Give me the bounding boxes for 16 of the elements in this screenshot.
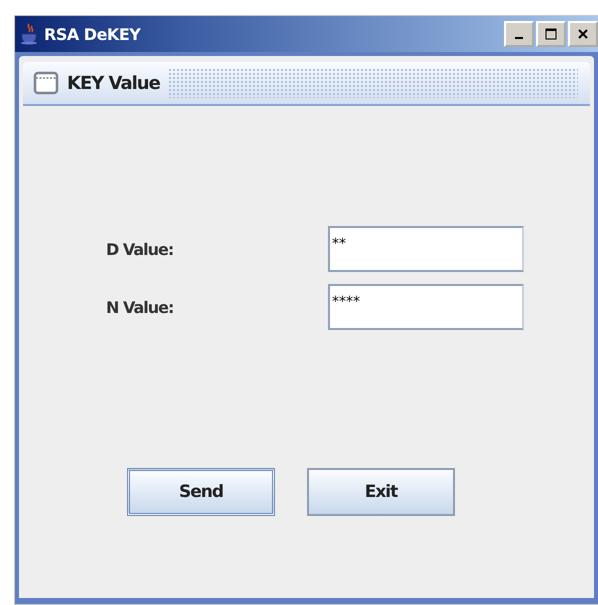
input-field[interactable]: ** xyxy=(328,226,524,272)
close-icon xyxy=(577,28,589,40)
window-title: RSA DeKEY xyxy=(44,24,142,44)
cup-icon xyxy=(20,23,40,45)
maximize-icon xyxy=(545,28,557,40)
close-button[interactable] xyxy=(568,21,598,47)
window-icon xyxy=(33,71,59,95)
input-field[interactable]: **** xyxy=(328,284,524,330)
minimize-button[interactable] xyxy=(504,21,534,47)
action-button[interactable]: Send xyxy=(127,468,275,516)
action-button[interactable]: Exit xyxy=(307,468,455,516)
field-label: D Value: xyxy=(106,240,174,258)
field-label: N Value: xyxy=(106,298,174,316)
frame-title: KEY Value xyxy=(67,72,160,94)
maximize-button[interactable] xyxy=(536,21,566,47)
minimize-icon xyxy=(515,37,523,39)
